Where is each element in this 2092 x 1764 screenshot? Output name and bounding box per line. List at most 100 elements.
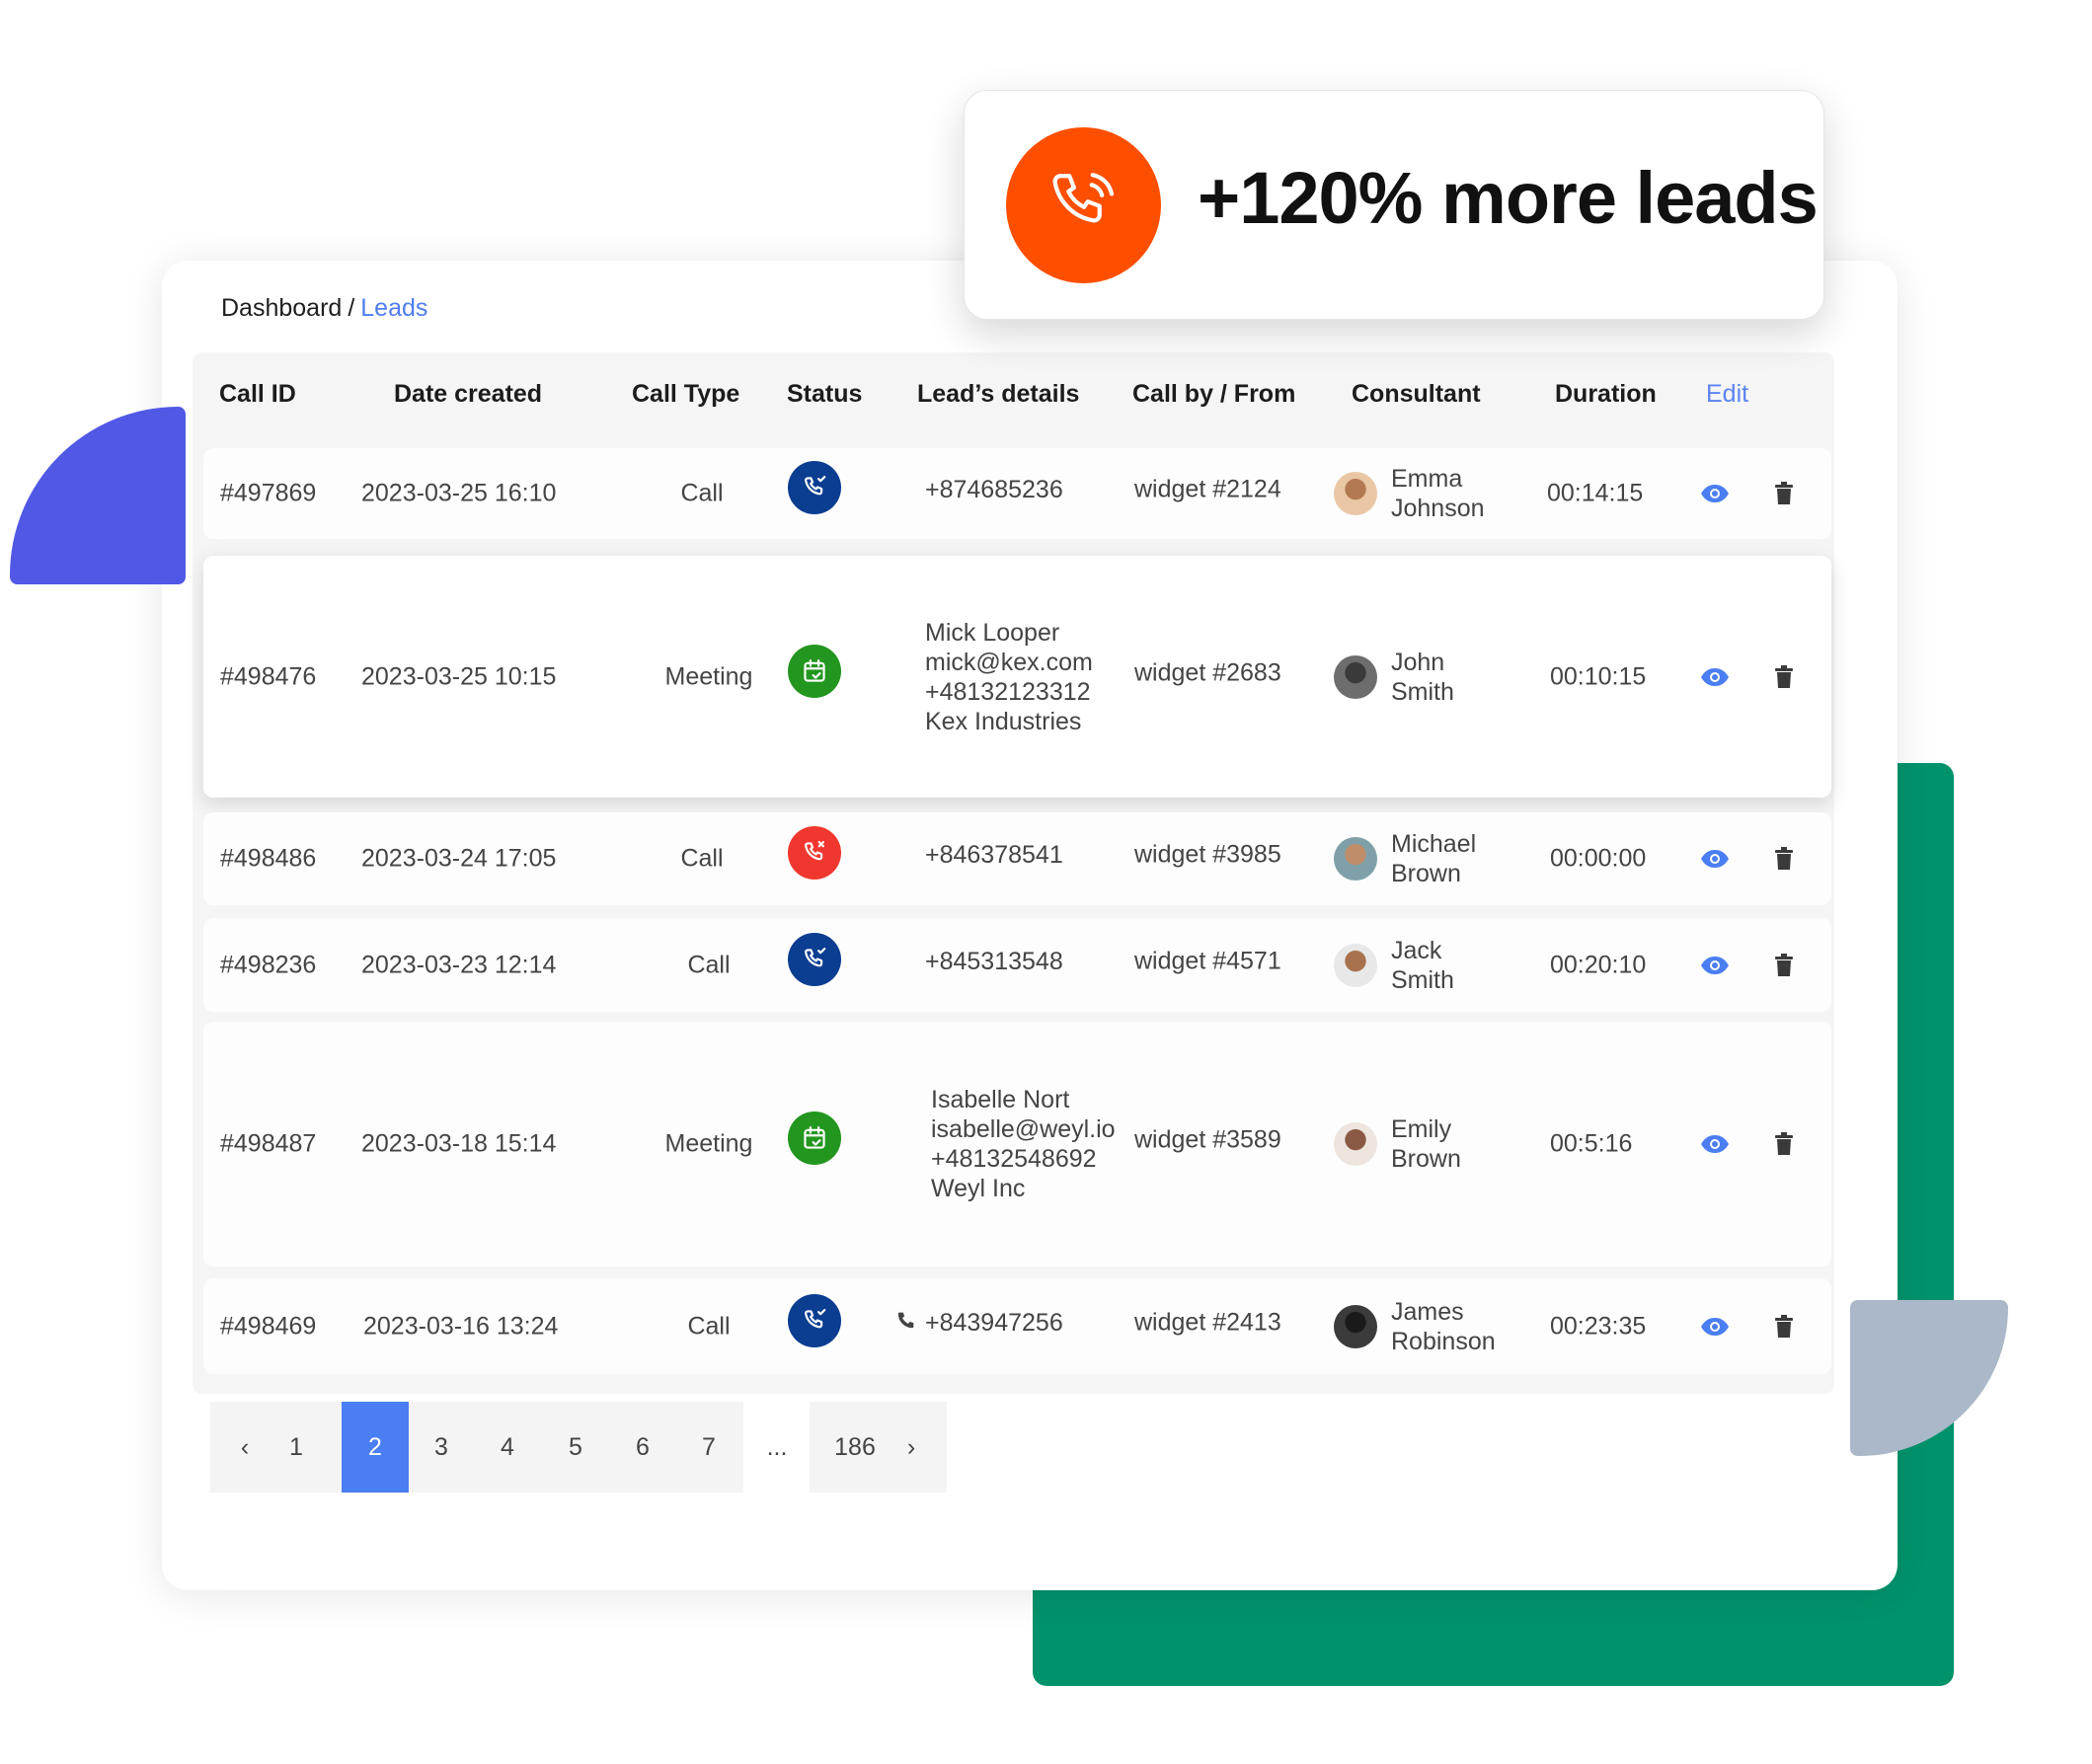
header-duration[interactable]: Duration (1555, 380, 1657, 409)
lead-details: +845313548 (925, 947, 1063, 976)
delete-trash-icon[interactable] (1775, 1314, 1793, 1339)
call-type: Call (687, 1312, 731, 1340)
lead-line: Weyl Inc (931, 1175, 1026, 1202)
call-id: #498236 (220, 951, 317, 978)
pagination-next[interactable]: › (896, 1402, 926, 1493)
breadcrumb-separator: / (348, 294, 355, 322)
page-2[interactable]: 2 (342, 1402, 409, 1493)
delete-trash-icon[interactable] (1775, 482, 1793, 505)
call-type: Meeting (664, 1129, 753, 1158)
call-source: widget #3589 (1134, 1125, 1281, 1154)
delete-trash-icon[interactable] (1775, 664, 1793, 689)
view-eye-icon[interactable] (1700, 1134, 1730, 1154)
leads-card: Dashboard / Leads Call ID Date created Cal… (162, 261, 1898, 1590)
header-call-id[interactable]: Call ID (219, 380, 296, 409)
status-meeting-icon (788, 1112, 841, 1165)
call-source: widget #2124 (1134, 475, 1281, 503)
page-4[interactable]: 4 (484, 1402, 531, 1493)
lead-details: +846378541 (925, 840, 1063, 870)
view-eye-icon[interactable] (1700, 849, 1730, 869)
phone-icon (895, 1309, 917, 1337)
lead-details: Mick Looper mick@kex.com +48132123312 Kex I… (925, 618, 1093, 736)
call-id: #498469 (220, 1312, 317, 1340)
table-row[interactable]: #498487 2023-03-18 15:14 Meeting Isabelle N… (203, 1022, 1831, 1266)
consultant-first-name: John (1391, 648, 1445, 676)
page-6[interactable]: 6 (619, 1402, 666, 1493)
status-answered-icon (788, 932, 841, 986)
status-missed-icon (788, 826, 841, 880)
header-lead-details[interactable]: Lead’s details (917, 380, 1079, 409)
call-source: widget #2683 (1134, 658, 1281, 686)
consultant-name: James Robinson (1391, 1297, 1496, 1356)
view-eye-icon[interactable] (1700, 484, 1730, 503)
lead-line: mick@kex.com (925, 648, 1093, 676)
consultant-first-name: Michael (1391, 830, 1477, 858)
header-edit[interactable]: Edit (1706, 380, 1748, 409)
delete-trash-icon[interactable] (1775, 847, 1793, 871)
table-row[interactable]: #498236 2023-03-23 12:14 Call +845313548 wid… (203, 918, 1831, 1012)
lead-line: +843947256 (925, 1308, 1063, 1337)
breadcrumb: Dashboard / Leads (221, 294, 427, 323)
view-eye-icon[interactable] (1700, 1317, 1730, 1337)
page-3[interactable]: 3 (418, 1402, 465, 1493)
header-status[interactable]: Status (787, 380, 862, 409)
duration: 00:20:10 (1550, 951, 1647, 978)
delete-trash-icon[interactable] (1775, 953, 1793, 977)
lead-line: Isabelle Nort (931, 1086, 1070, 1113)
page-1[interactable]: 1 (272, 1402, 320, 1493)
header-date-created[interactable]: Date created (394, 380, 542, 409)
consultant-last-name: Robinson (1391, 1327, 1496, 1355)
header-consultant[interactable]: Consultant (1352, 380, 1481, 409)
decor-grey-quarter-circle (1850, 1300, 2008, 1456)
status-answered-icon (788, 461, 841, 514)
call-id: #498486 (220, 844, 317, 873)
duration: 00:14:15 (1547, 479, 1644, 507)
date-created: 2023-03-25 10:15 (361, 662, 557, 690)
delete-trash-icon[interactable] (1775, 1132, 1793, 1156)
header-call-type[interactable]: Call Type (632, 380, 739, 409)
call-source: widget #3985 (1134, 840, 1281, 869)
lead-line: Kex Industries (925, 707, 1082, 735)
consultant-avatar (1334, 472, 1377, 515)
view-eye-icon[interactable] (1700, 667, 1730, 687)
lead-details: +874685236 (925, 475, 1063, 504)
leads-table: Call ID Date created Call Type Status Le… (193, 352, 1834, 1394)
lead-details: +843947256 (897, 1308, 1063, 1338)
phone-ringing-icon (1006, 127, 1161, 283)
pagination-ellipsis: ... (766, 1432, 788, 1461)
lead-line: +874685236 (925, 476, 1063, 503)
consultant-name: John Smith (1391, 648, 1454, 707)
date-created: 2023-03-16 13:24 (363, 1312, 559, 1340)
consultant-name: Michael Brown (1391, 829, 1476, 888)
call-id: #497869 (220, 479, 317, 507)
breadcrumb-dashboard[interactable]: Dashboard (221, 294, 342, 322)
table-row[interactable]: #498476 2023-03-25 10:15 Meeting Mick Loope… (203, 556, 1831, 798)
page-7[interactable]: 7 (685, 1402, 733, 1493)
call-type: Meeting (664, 662, 753, 690)
table-row[interactable]: #498486 2023-03-24 17:05 Call +846378541 wid… (203, 812, 1831, 905)
lead-line: isabelle@weyl.io (931, 1115, 1116, 1143)
consultant-last-name: Brown (1391, 1145, 1461, 1173)
call-type: Call (680, 844, 724, 873)
status-meeting-icon (788, 644, 841, 698)
header-call-by[interactable]: Call by / From (1132, 380, 1295, 409)
breadcrumb-leads[interactable]: Leads (360, 294, 427, 322)
lead-line: +845313548 (925, 947, 1063, 975)
pagination-prev[interactable]: ‹ (230, 1402, 260, 1493)
consultant-avatar (1334, 1122, 1377, 1166)
page-last[interactable]: 186 (820, 1402, 890, 1493)
page-5[interactable]: 5 (552, 1402, 599, 1493)
duration: 00:23:35 (1550, 1312, 1647, 1340)
lead-details: Isabelle Nort isabelle@weyl.io +4813254869… (931, 1085, 1116, 1203)
view-eye-icon[interactable] (1700, 956, 1730, 975)
duration: 00:5:16 (1550, 1129, 1633, 1158)
consultant-last-name: Johnson (1391, 495, 1485, 522)
call-id: #498487 (220, 1129, 317, 1158)
leads-growth-badge: +120% more leads (964, 90, 1824, 320)
table-row[interactable]: #497869 2023-03-25 16:10 Call +874685236 wid… (203, 448, 1831, 539)
consultant-first-name: Emma (1391, 465, 1463, 493)
table-row[interactable]: #498469 2023-03-16 13:24 Call +843947256 wid… (203, 1278, 1831, 1374)
decor-blue-quarter-circle (10, 407, 186, 584)
call-id: #498476 (220, 662, 317, 690)
consultant-avatar (1334, 1304, 1377, 1348)
